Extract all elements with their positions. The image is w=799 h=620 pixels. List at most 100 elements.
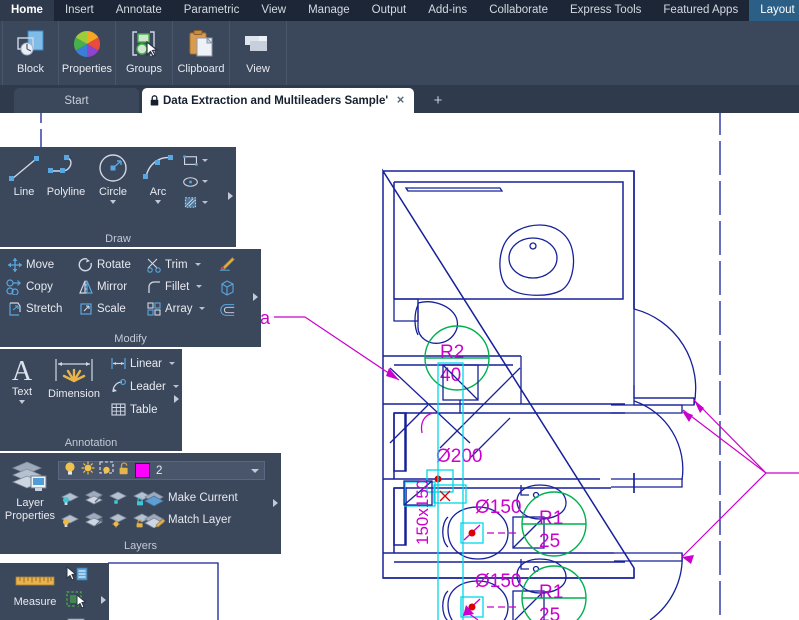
ribbon-tab-manage[interactable]: Manage (297, 0, 361, 21)
sun-icon[interactable] (81, 460, 95, 481)
document-tab-start[interactable]: Start (14, 88, 139, 113)
callout-text-r1-1: R1 (539, 508, 563, 529)
layer-dropdown[interactable]: 2 (58, 460, 265, 481)
modify-button-trim[interactable]: Trim (145, 256, 201, 273)
chevron-down-icon[interactable] (202, 201, 208, 204)
ribbon-tab-add-ins[interactable]: Add-ins (417, 0, 478, 21)
unlock-icon[interactable] (118, 461, 131, 481)
modify-button-copy[interactable]: Copy (6, 278, 53, 295)
annotation-button-dimension[interactable]: Dimension (43, 355, 105, 400)
annotation-button-linear[interactable]: Linear (110, 355, 175, 372)
chevron-down-icon[interactable] (194, 263, 201, 266)
leader-arrow-1 (694, 400, 704, 413)
multileader-a (274, 316, 400, 381)
chevron-down-icon[interactable] (251, 469, 259, 473)
layer-color-swatch[interactable] (135, 463, 150, 478)
ribbon-tab-home[interactable]: Home (0, 0, 54, 21)
panel-draw-flyout[interactable] (228, 192, 233, 200)
ribbon-button-groups[interactable]: Groups (116, 21, 173, 85)
document-tab-active[interactable]: Data Extraction and Multileaders Sample'… (142, 88, 414, 113)
quick-measure-icon[interactable] (66, 565, 88, 588)
layers-button-make-current[interactable]: Make Current (143, 489, 238, 506)
layer-on-icon[interactable] (84, 511, 103, 533)
chevron-down-icon[interactable] (172, 385, 179, 388)
layer-isolate-icon[interactable] (60, 489, 79, 511)
ribbon-tab-view[interactable]: View (250, 0, 297, 21)
layers-button-match-layer[interactable]: Match Layer (143, 511, 231, 528)
stretch-icon (6, 300, 23, 317)
lightbulb-on-icon[interactable] (63, 461, 77, 481)
annotation-button-table[interactable]: Table (110, 401, 158, 418)
modify-button-fillet[interactable]: Fillet (145, 278, 203, 295)
ribbon-button-view[interactable]: View (230, 21, 287, 85)
draw-button-circle[interactable]: Circle (91, 152, 135, 204)
measure-button[interactable]: Measure (6, 573, 64, 608)
chevron-down-icon[interactable] (110, 200, 116, 204)
layer-properties-icon (9, 458, 51, 496)
close-icon[interactable]: × (394, 93, 407, 106)
area-measure-icon[interactable] (66, 591, 88, 613)
modify-button-erase[interactable] (219, 255, 239, 272)
callout-dia200-label: Ø200 (436, 446, 482, 467)
panel-layers-flyout[interactable] (273, 498, 278, 507)
block-icon (15, 26, 47, 62)
chevron-down-icon[interactable] (202, 159, 208, 162)
rectangle-icon (182, 152, 199, 169)
ribbon-tab-annotate[interactable]: Annotate (105, 0, 173, 21)
new-tab-button[interactable]: + (428, 93, 448, 109)
modify-button-stretch[interactable]: Stretch (6, 300, 62, 317)
layer-name-value: 2 (156, 464, 163, 477)
chevron-down-icon[interactable] (155, 200, 161, 204)
callout-text-25-1: 25 (539, 531, 560, 552)
chevron-down-icon[interactable] (202, 180, 208, 183)
draw-button-hatch[interactable] (182, 194, 208, 211)
annotation-button-text[interactable]: A Text (4, 355, 40, 404)
chevron-down-icon[interactable] (196, 285, 203, 288)
draw-button-ellipse[interactable] (182, 173, 208, 190)
modify-button-move[interactable]: Move (6, 256, 54, 273)
fixture-basin-top (499, 224, 575, 296)
panel-measure-flyout[interactable] (101, 596, 106, 604)
callout-text-r1-2: R1 (539, 582, 563, 603)
modify-button-scale[interactable]: Scale (77, 300, 126, 317)
line-icon (7, 152, 41, 185)
chevron-down-icon[interactable] (199, 307, 206, 310)
draw-button-arc[interactable]: Arc (138, 152, 178, 204)
modify-button-offset[interactable] (219, 301, 239, 318)
distance-measure-icon[interactable] (66, 616, 88, 620)
layer-unisolate-icon[interactable] (60, 511, 79, 533)
ribbon-button-block[interactable]: Block (2, 21, 59, 85)
ribbon-tab-parametric[interactable]: Parametric (173, 0, 251, 21)
ribbon-tab-collaborate[interactable]: Collaborate (478, 0, 559, 21)
annotation-button-leader[interactable]: Leader (110, 378, 179, 395)
ribbon-tab-express-tools[interactable]: Express Tools (559, 0, 652, 21)
panel-modify-flyout[interactable] (253, 293, 258, 301)
ribbon-tab-insert[interactable]: Insert (54, 0, 105, 21)
ribbon-tab-output[interactable]: Output (361, 0, 418, 21)
panel-measure: Measure (0, 563, 109, 620)
layers-button-layer-properties[interactable]: Layer Properties (2, 458, 58, 522)
modify-button-rotate[interactable]: Rotate (77, 256, 131, 273)
layer-freeze-icon[interactable] (108, 489, 127, 511)
modify-button-mirror[interactable]: Mirror (77, 278, 127, 295)
draw-button-rectangle[interactable] (182, 152, 208, 169)
chevron-down-icon[interactable] (19, 400, 25, 404)
draw-button-polyline[interactable]: Polyline (38, 152, 94, 198)
door-swings (611, 308, 697, 620)
modify-button-explode[interactable] (219, 279, 239, 296)
ribbon-button-clipboard[interactable]: Clipboard (173, 21, 230, 85)
draw-button-circle-label: Circle (98, 186, 128, 198)
mirror-icon (77, 278, 94, 295)
ribbon-tab-featured-apps[interactable]: Featured Apps (652, 0, 749, 21)
ribbon-button-properties[interactable]: Properties (59, 21, 116, 85)
erase-icon (219, 255, 236, 272)
freeze-viewport-icon[interactable] (99, 460, 114, 481)
chevron-down-icon[interactable] (168, 362, 175, 365)
layer-thaw-icon[interactable] (108, 511, 127, 533)
measure-button-label: Measure (13, 596, 57, 608)
modify-button-array[interactable]: Array (145, 300, 206, 317)
panel-annotation-flyout[interactable] (174, 395, 179, 403)
layer-off-icon[interactable] (84, 489, 103, 511)
draw-button-arc-label: Arc (149, 186, 167, 198)
ribbon-tab-layout[interactable]: Layout (749, 0, 799, 21)
